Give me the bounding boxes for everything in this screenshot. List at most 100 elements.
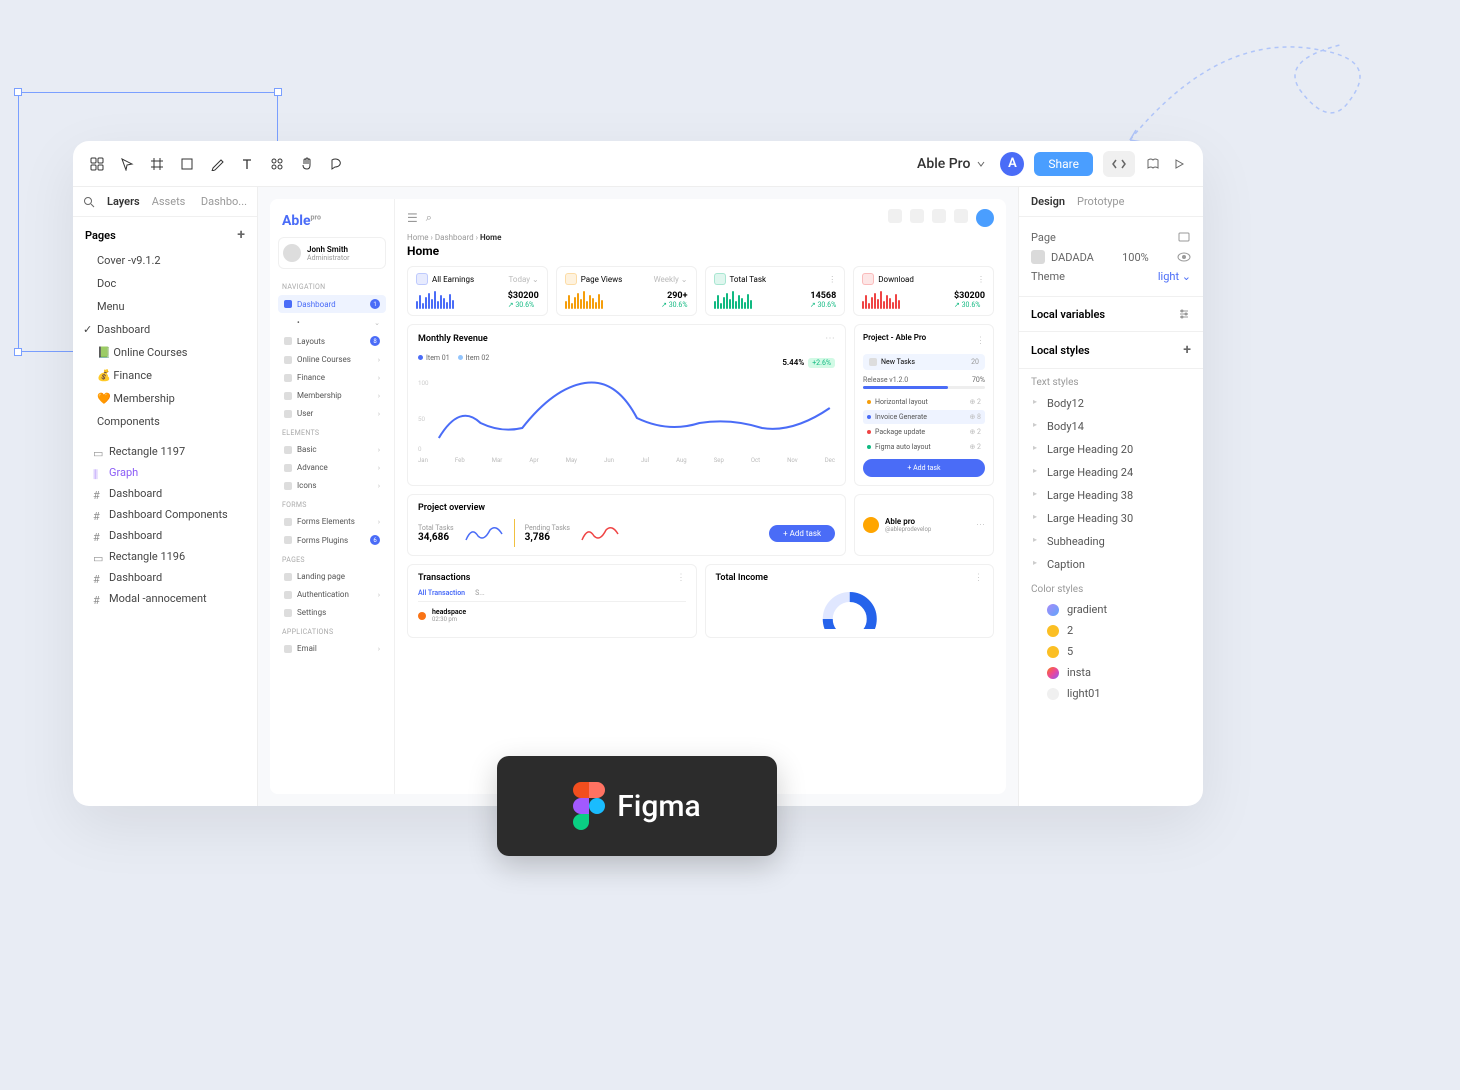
text-style-item[interactable]: Body14 xyxy=(1019,415,1203,438)
menu-icon[interactable]: ☰ xyxy=(407,211,418,225)
color-style-item[interactable]: gradient xyxy=(1019,599,1203,620)
page-item[interactable]: Menu xyxy=(73,295,257,318)
header-avatar[interactable] xyxy=(976,209,994,227)
page-item[interactable]: 📗 Online Courses xyxy=(73,341,257,364)
nav-forms-elements[interactable]: Forms Elements› xyxy=(278,513,386,530)
text-style-item[interactable]: Large Heading 38 xyxy=(1019,484,1203,507)
dev-mode-button[interactable] xyxy=(1103,151,1135,177)
theme-value[interactable]: light ⌄ xyxy=(1158,270,1191,283)
layer-item[interactable]: #Dashboard xyxy=(73,525,257,546)
page-item[interactable]: 💰 Finance xyxy=(73,364,257,387)
nav-advance[interactable]: Advance› xyxy=(278,459,386,476)
more-icon[interactable]: ⋮ xyxy=(976,336,985,346)
notification-icon[interactable] xyxy=(954,209,968,223)
header-icon[interactable] xyxy=(910,209,924,223)
header-icon[interactable] xyxy=(888,209,902,223)
search-icon[interactable]: ⌕ xyxy=(426,211,432,225)
new-tasks-pill[interactable]: New Tasks20 xyxy=(863,354,985,370)
color-style-item[interactable]: 2 xyxy=(1019,620,1203,641)
tab-layers[interactable]: Layers xyxy=(107,195,140,208)
color-style-item[interactable]: insta xyxy=(1019,662,1203,683)
nav-auth[interactable]: Authentication› xyxy=(278,586,386,603)
nav-membership[interactable]: Membership› xyxy=(278,387,386,404)
visibility-icon[interactable] xyxy=(1177,252,1191,262)
bg-color-swatch[interactable] xyxy=(1031,250,1045,264)
page-item[interactable]: Dashboard xyxy=(73,318,257,341)
stat-period[interactable]: Today ⌄ xyxy=(509,275,539,284)
tab-assets[interactable]: Assets xyxy=(152,195,186,208)
figma-menu-icon[interactable] xyxy=(89,156,105,172)
library-icon[interactable] xyxy=(1145,156,1161,172)
color-style-item[interactable]: light01 xyxy=(1019,683,1203,704)
nav-courses[interactable]: Online Courses› xyxy=(278,351,386,368)
text-tool-icon[interactable] xyxy=(239,156,255,172)
layer-item[interactable]: #Modal -annocement xyxy=(73,588,257,609)
more-icon[interactable]: ⋮ xyxy=(974,573,983,583)
task-item[interactable]: Invoice Generate⊕ 8 xyxy=(863,410,985,424)
color-style-item[interactable]: 5 xyxy=(1019,641,1203,662)
page-item[interactable]: Components xyxy=(73,410,257,433)
document-title[interactable]: Able Pro xyxy=(917,156,986,172)
variables-settings-icon[interactable] xyxy=(1177,307,1191,321)
stat-period[interactable]: ⋮ xyxy=(977,275,985,284)
layer-item[interactable]: #Dashboard Components xyxy=(73,504,257,525)
tab-design[interactable]: Design xyxy=(1031,195,1065,208)
nav-layouts[interactable]: Layouts8 xyxy=(278,332,386,350)
move-tool-icon[interactable] xyxy=(119,156,135,172)
transaction-item[interactable]: headspace02:30 pm xyxy=(418,608,686,623)
text-style-item[interactable]: Large Heading 20 xyxy=(1019,438,1203,461)
more-icon[interactable]: ⋯ xyxy=(825,333,835,344)
shape-tool-icon[interactable] xyxy=(179,156,195,172)
comment-tool-icon[interactable] xyxy=(329,156,345,172)
nav-sub[interactable]: •⌄ xyxy=(278,314,386,331)
nav-finance[interactable]: Finance› xyxy=(278,369,386,386)
text-style-item[interactable]: Large Heading 30 xyxy=(1019,507,1203,530)
nav-dashboard[interactable]: Dashboard1 xyxy=(278,295,386,313)
nav-email[interactable]: Email› xyxy=(278,640,386,657)
nav-settings[interactable]: Settings xyxy=(278,604,386,621)
layer-item[interactable]: ▭Rectangle 1197 xyxy=(73,441,257,462)
page-settings-icon[interactable] xyxy=(1177,230,1191,244)
frame-tool-icon[interactable] xyxy=(149,156,165,172)
text-style-item[interactable]: Caption xyxy=(1019,553,1203,576)
play-icon[interactable] xyxy=(1171,156,1187,172)
more-icon[interactable]: ⋯ xyxy=(976,520,985,530)
canvas[interactable]: Ablepro Jonh Smith Administrator NAVIGAT… xyxy=(258,187,1018,806)
stat-period[interactable]: ⋮ xyxy=(828,275,836,284)
more-icon[interactable]: ⋮ xyxy=(677,573,686,583)
task-item[interactable]: Figma auto layout⊕ 2 xyxy=(863,440,985,454)
task-item[interactable]: Package update⊕ 2 xyxy=(863,425,985,439)
stat-period[interactable]: Weekly ⌄ xyxy=(654,275,688,284)
header-icon[interactable] xyxy=(932,209,946,223)
page-item[interactable]: Doc xyxy=(73,272,257,295)
hand-tool-icon[interactable] xyxy=(299,156,315,172)
layer-item[interactable]: #Dashboard xyxy=(73,483,257,504)
search-icon[interactable] xyxy=(83,196,95,208)
add-page-button[interactable]: + xyxy=(237,227,245,243)
task-item[interactable]: Horizontal layout⊕ 2 xyxy=(863,395,985,409)
bg-color-value[interactable]: DADADA xyxy=(1051,251,1094,264)
add-style-button[interactable]: + xyxy=(1183,342,1191,358)
nav-forms-plugins[interactable]: Forms Plugins6 xyxy=(278,531,386,549)
nav-icons[interactable]: Icons› xyxy=(278,477,386,494)
layer-item[interactable]: ▭Rectangle 1196 xyxy=(73,546,257,567)
pen-tool-icon[interactable] xyxy=(209,156,225,172)
nav-basic[interactable]: Basic› xyxy=(278,441,386,458)
page-item[interactable]: 🧡 Membership xyxy=(73,387,257,410)
nav-user[interactable]: User› xyxy=(278,405,386,422)
tab-prototype[interactable]: Prototype xyxy=(1077,195,1124,208)
nav-landing[interactable]: Landing page xyxy=(278,568,386,585)
page-item[interactable]: Cover -v9.1.2 xyxy=(73,249,257,272)
page-dropdown[interactable]: Dashbo... xyxy=(201,195,247,208)
tab-all-transaction[interactable]: All Transaction xyxy=(418,589,465,597)
user-avatar[interactable]: A xyxy=(1000,152,1024,176)
text-style-item[interactable]: Large Heading 24 xyxy=(1019,461,1203,484)
resources-icon[interactable] xyxy=(269,156,285,172)
layer-item[interactable]: #Dashboard xyxy=(73,567,257,588)
add-task-button[interactable]: + Add task xyxy=(863,459,985,477)
share-button[interactable]: Share xyxy=(1034,152,1093,176)
bg-opacity[interactable]: 100% xyxy=(1122,251,1149,264)
add-task-button[interactable]: + Add task xyxy=(769,525,835,542)
text-style-item[interactable]: Body12 xyxy=(1019,392,1203,415)
text-style-item[interactable]: Subheading xyxy=(1019,530,1203,553)
